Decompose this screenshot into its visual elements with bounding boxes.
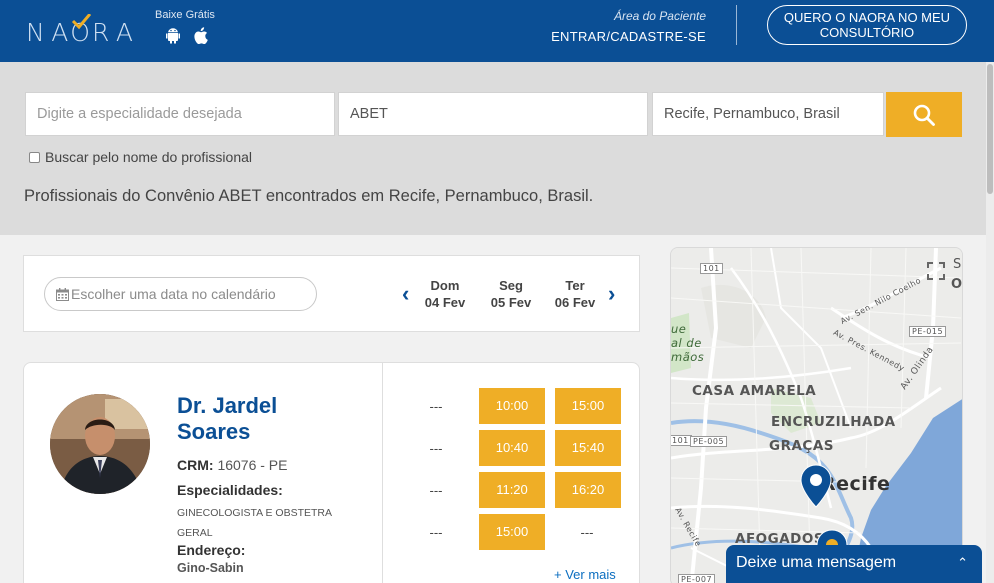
header-divider [736, 5, 737, 45]
day-date: 06 Fev [554, 295, 596, 310]
naora-logo[interactable]: N AO R A [26, 14, 135, 47]
doctor-card: Dr. Jardel Soares CRM: 16076 - PE Especi… [23, 362, 640, 583]
road-label: 101 [671, 435, 692, 446]
day-header-mon: Seg 05 Fev [481, 277, 541, 311]
time-slot-button[interactable]: 10:40 [479, 430, 545, 466]
map-edge-text: al de [671, 336, 702, 350]
time-slot-button[interactable]: 11:20 [479, 472, 545, 508]
specialty-line: GINECOLOGISTA E OBSTETRA [177, 507, 333, 519]
no-slot: --- [429, 483, 443, 498]
search-by-name-label: Buscar pelo nome do profissional [45, 149, 253, 165]
time-slot-button[interactable]: 15:40 [555, 430, 621, 466]
location-input[interactable]: Recife, Pernambuco, Brasil [652, 92, 884, 136]
chevron-up-icon[interactable]: ⌃ [957, 555, 968, 571]
road-label: PE-007 [678, 574, 716, 583]
next-days-arrow[interactable]: › [608, 281, 615, 307]
day-weekday: Ter [565, 278, 585, 293]
crm-label: CRM: [177, 457, 214, 473]
specialties-label: Especialidades: [177, 482, 283, 498]
day-date: 05 Fev [490, 295, 532, 310]
specialties-value: GINECOLOGISTA E OBSTETRA GERAL [177, 503, 357, 543]
chat-widget[interactable]: Deixe uma mensagem ⌃ [726, 545, 982, 583]
insurance-input[interactable]: ABET [338, 92, 648, 136]
time-slot-button[interactable]: 16:20 [555, 472, 621, 508]
page-scrollbar[interactable] [986, 62, 994, 583]
no-slot: --- [429, 399, 443, 414]
doctor-name-line: Soares [177, 419, 251, 444]
time-slot-button[interactable]: 15:00 [555, 388, 621, 424]
search-by-name-checkbox[interactable] [29, 151, 40, 163]
download-label: Baixe Grátis [155, 9, 215, 21]
map-label: GRAÇAS [769, 438, 835, 454]
chat-label: Deixe uma mensagem [736, 554, 897, 571]
map-edge-text: O [951, 277, 963, 292]
specialty-input[interactable]: Digite a especialidade desejada [25, 92, 335, 136]
see-more-link[interactable]: + Ver mais [554, 567, 616, 582]
specialty-line: GERAL [177, 527, 213, 539]
search-section: Digite a especialidade desejada ABET Rec… [0, 62, 986, 235]
day-header-sun: Dom 04 Fev [415, 277, 475, 311]
pick-date-button[interactable]: Escolher uma data no calendário [44, 277, 317, 311]
doctor-location-pin-icon[interactable] [800, 464, 832, 508]
crm-value: 16076 - PE [217, 457, 288, 473]
no-slot: --- [429, 525, 443, 540]
results-summary: Profissionais do Convênio ABET encontrad… [24, 187, 594, 205]
patient-area-label: Área do Paciente [613, 9, 706, 23]
map-edge-text: mãos [671, 350, 705, 364]
previous-days-arrow[interactable]: ‹ [402, 281, 409, 307]
address-value: Gino-Sabin [177, 561, 244, 575]
map-edge-text: ue [671, 322, 687, 336]
address-label: Endereço: [177, 542, 246, 558]
day-weekday: Seg [499, 278, 523, 293]
doctor-name[interactable]: Dr. Jardel Soares [177, 393, 277, 445]
time-slot-button[interactable]: 15:00 [479, 514, 545, 550]
time-slot-button[interactable]: 10:00 [479, 388, 545, 424]
cta-consultorio-button[interactable]: QUERO O NAORA NO MEU CONSULTÓRIO [767, 5, 967, 45]
pick-date-label: Escolher uma data no calendário [71, 286, 276, 302]
map-label: CASA AMARELA [692, 383, 817, 399]
day-date: 04 Fev [424, 295, 466, 310]
map-edge-text: S [953, 257, 962, 272]
fullscreen-icon[interactable] [927, 262, 945, 280]
calendar-icon [56, 288, 69, 301]
doctor-name-line: Dr. Jardel [177, 393, 278, 418]
doctor-crm: CRM: 16076 - PE [177, 457, 288, 473]
date-bar: Escolher uma data no calendário ‹ Dom 04 … [23, 255, 640, 332]
day-weekday: Dom [430, 278, 460, 293]
login-link[interactable]: ENTRAR/CADASTRE-SE [551, 29, 706, 44]
day-header-tue: Ter 06 Fev [545, 277, 605, 311]
search-button[interactable] [886, 92, 962, 137]
patient-area[interactable]: Área do Paciente ENTRAR/CADASTRE-SE [551, 9, 706, 44]
road-label: PE-005 [690, 436, 728, 447]
doctor-avatar[interactable] [50, 394, 150, 494]
app-download: Baixe Grátis [155, 9, 215, 49]
android-icon[interactable] [165, 27, 181, 49]
card-divider [382, 363, 383, 583]
no-slot: --- [429, 441, 443, 456]
search-icon [913, 104, 935, 126]
no-slot: --- [580, 525, 594, 540]
road-label: 101 [700, 263, 723, 274]
scrollbar-thumb[interactable] [987, 64, 993, 194]
top-header: N AO R A Baixe Grátis Área do Paciente EN… [0, 0, 994, 62]
apple-icon[interactable] [193, 27, 208, 49]
search-by-name-option[interactable]: Buscar pelo nome do profissional [29, 149, 252, 165]
results-map[interactable]: CASA AMARELA ENCRUZILHADA GRAÇAS Recife … [670, 247, 963, 583]
map-label: ENCRUZILHADA [771, 414, 896, 430]
road-label: PE-015 [909, 326, 947, 337]
